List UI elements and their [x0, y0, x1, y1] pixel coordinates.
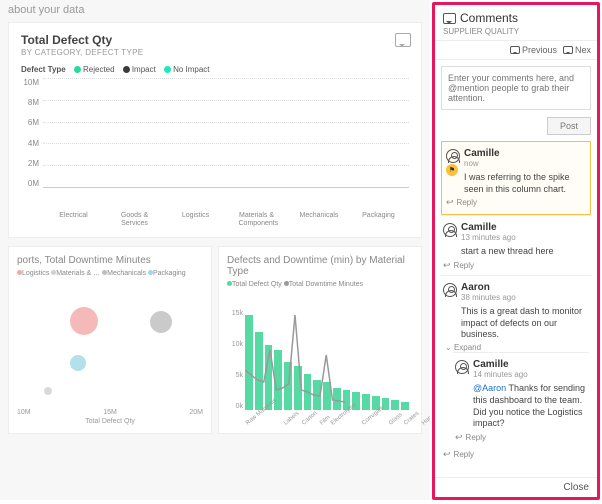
comment-body: I was referring to the spike seen in thi… — [464, 172, 586, 195]
compose-area: Post — [435, 60, 597, 141]
chart-card-combo[interactable]: Defects and Downtime (min) by Material T… — [218, 246, 422, 434]
avatar-icon — [443, 283, 457, 297]
chart-card-scatter[interactable]: ports, Total Downtime Minutes Logistics … — [8, 246, 212, 434]
bubble[interactable] — [70, 307, 98, 335]
close-button[interactable]: Close — [435, 477, 597, 497]
comment-author: Camille — [464, 148, 500, 159]
comment-body: @Aaron Thanks for sending this dashboard… — [473, 383, 587, 430]
x-axis: ElectricalGoods & ServicesLogisticsMater… — [43, 212, 409, 227]
comment-icon — [443, 13, 456, 24]
comments-context: SUPPLIER QUALITY — [443, 27, 589, 36]
next-button[interactable]: Nex — [563, 45, 591, 55]
comments-header: Comments SUPPLIER QUALITY — [435, 5, 597, 40]
bar[interactable] — [245, 315, 253, 410]
legend-item: No Impact — [173, 65, 209, 74]
comment-body: This is a great dash to monitor impact o… — [461, 306, 589, 341]
comment-body: start a new thread here — [461, 246, 589, 258]
comment-item: Camille14 minutes ago @Aaron Thanks for s… — [453, 352, 589, 447]
post-button[interactable]: Post — [547, 117, 591, 135]
legend-swatch-impact — [123, 66, 130, 73]
legend-item: Impact — [132, 65, 156, 74]
chart-card-defect-qty[interactable]: Total Defect Qty BY CATEGORY, DEFECT TYP… — [8, 22, 422, 238]
combo-chart: 15k10k5k0k Raw MaterialsLabelsCartonFilm… — [227, 294, 413, 424]
chart-legend: Defect Type Rejected Impact No Impact — [21, 65, 409, 74]
comment-icon[interactable] — [395, 33, 411, 47]
avatar-icon — [455, 360, 469, 374]
comment-author: Camille — [473, 359, 528, 370]
x-axis: 10M15M20M — [17, 409, 203, 416]
breadcrumb: about your data — [8, 4, 422, 16]
comment-icon — [563, 46, 573, 54]
comment-item: Aaron38 minutes ago This is a great dash … — [441, 275, 591, 464]
bar[interactable] — [391, 400, 399, 410]
bar[interactable] — [304, 374, 312, 410]
comments-thread: ⚑CamillenowI was referring to the spike … — [435, 141, 597, 477]
legend-item: Rejected — [83, 65, 115, 74]
scatter-plot — [17, 287, 203, 407]
comment-icon — [510, 46, 520, 54]
previous-button[interactable]: Previous — [510, 45, 557, 55]
dashboard-main: about your data Total Defect Qty BY CATE… — [0, 0, 430, 500]
bar[interactable] — [401, 402, 409, 410]
comment-item: Camille13 minutes ago start a new thread … — [441, 215, 591, 275]
y-axis: 15k10k5k0k — [227, 310, 243, 410]
reply-button[interactable]: Reply — [446, 197, 586, 208]
legend-label: Defect Type — [21, 65, 66, 74]
comment-time: 14 minutes ago — [473, 370, 528, 379]
comment-input[interactable] — [441, 66, 591, 110]
comments-title: Comments — [460, 11, 518, 25]
chart-title: ports, Total Downtime Minutes — [17, 255, 203, 266]
bar-chart: 10M8M6M4M2M0M — [21, 78, 409, 208]
bar[interactable] — [255, 332, 263, 410]
legend-swatch-rejected — [74, 66, 81, 73]
bar[interactable] — [313, 380, 321, 410]
y-axis: 10M8M6M4M2M0M — [21, 78, 43, 188]
bar[interactable] — [294, 366, 302, 410]
reply-button[interactable]: Reply — [443, 449, 589, 460]
expand-button[interactable]: Expand — [445, 343, 589, 352]
legend-swatch-noimpact — [164, 66, 171, 73]
chart-title: Total Defect Qty — [21, 33, 409, 47]
comment-time: 38 minutes ago — [461, 293, 516, 302]
mention-link[interactable]: @Aaron — [473, 383, 509, 393]
chart-grid — [43, 78, 409, 188]
comment-author: Camille — [461, 222, 516, 233]
comment-time: now — [464, 159, 500, 168]
bubble[interactable] — [70, 355, 86, 371]
x-axis-label: Total Defect Qty — [17, 418, 203, 425]
reply-button[interactable]: Reply — [443, 260, 589, 271]
comment-author: Aaron — [461, 282, 516, 293]
bar[interactable] — [323, 382, 331, 410]
bubble[interactable] — [150, 311, 172, 333]
bar[interactable] — [284, 362, 292, 410]
bubble[interactable] — [44, 387, 52, 395]
comments-panel: Comments SUPPLIER QUALITY Previous Nex P… — [432, 2, 600, 500]
reply-button[interactable]: Reply — [455, 432, 587, 443]
avatar-icon — [443, 223, 457, 237]
pin-icon: ⚑ — [446, 164, 458, 176]
chart-legend: Total Defect Qty Total Downtime Minutes — [227, 281, 413, 288]
chart-title: Defects and Downtime (min) by Material T… — [227, 255, 413, 277]
comment-item: ⚑ Camillenow I was referring to the spike … — [441, 141, 591, 215]
comment-time: 13 minutes ago — [461, 233, 516, 242]
chart-subtitle: BY CATEGORY, DEFECT TYPE — [21, 48, 409, 57]
comments-nav: Previous Nex — [435, 40, 597, 60]
chart-legend: Logistics Materials & … Mechanicals Pack… — [17, 270, 203, 277]
bar[interactable] — [362, 394, 370, 410]
x-axis: Raw MaterialsLabelsCartonFilmElectrolyte… — [245, 422, 409, 428]
avatar-icon — [446, 149, 460, 163]
bar[interactable] — [333, 388, 341, 410]
